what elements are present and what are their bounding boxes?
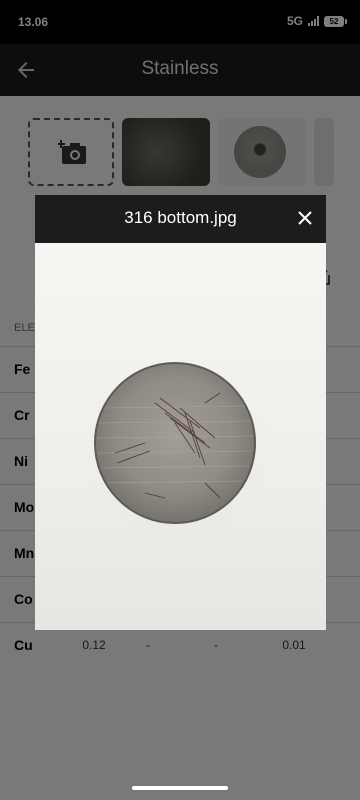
dialog-title: 316 bottom.jpg — [124, 208, 237, 227]
photo-preview — [35, 243, 326, 630]
close-icon[interactable] — [298, 211, 312, 225]
dialog-header: 316 bottom.jpg — [35, 195, 326, 243]
image-preview-dialog: 316 bottom.jpg — [35, 195, 326, 630]
gesture-bar[interactable] — [132, 786, 228, 790]
steel-bar-photo — [82, 362, 272, 543]
